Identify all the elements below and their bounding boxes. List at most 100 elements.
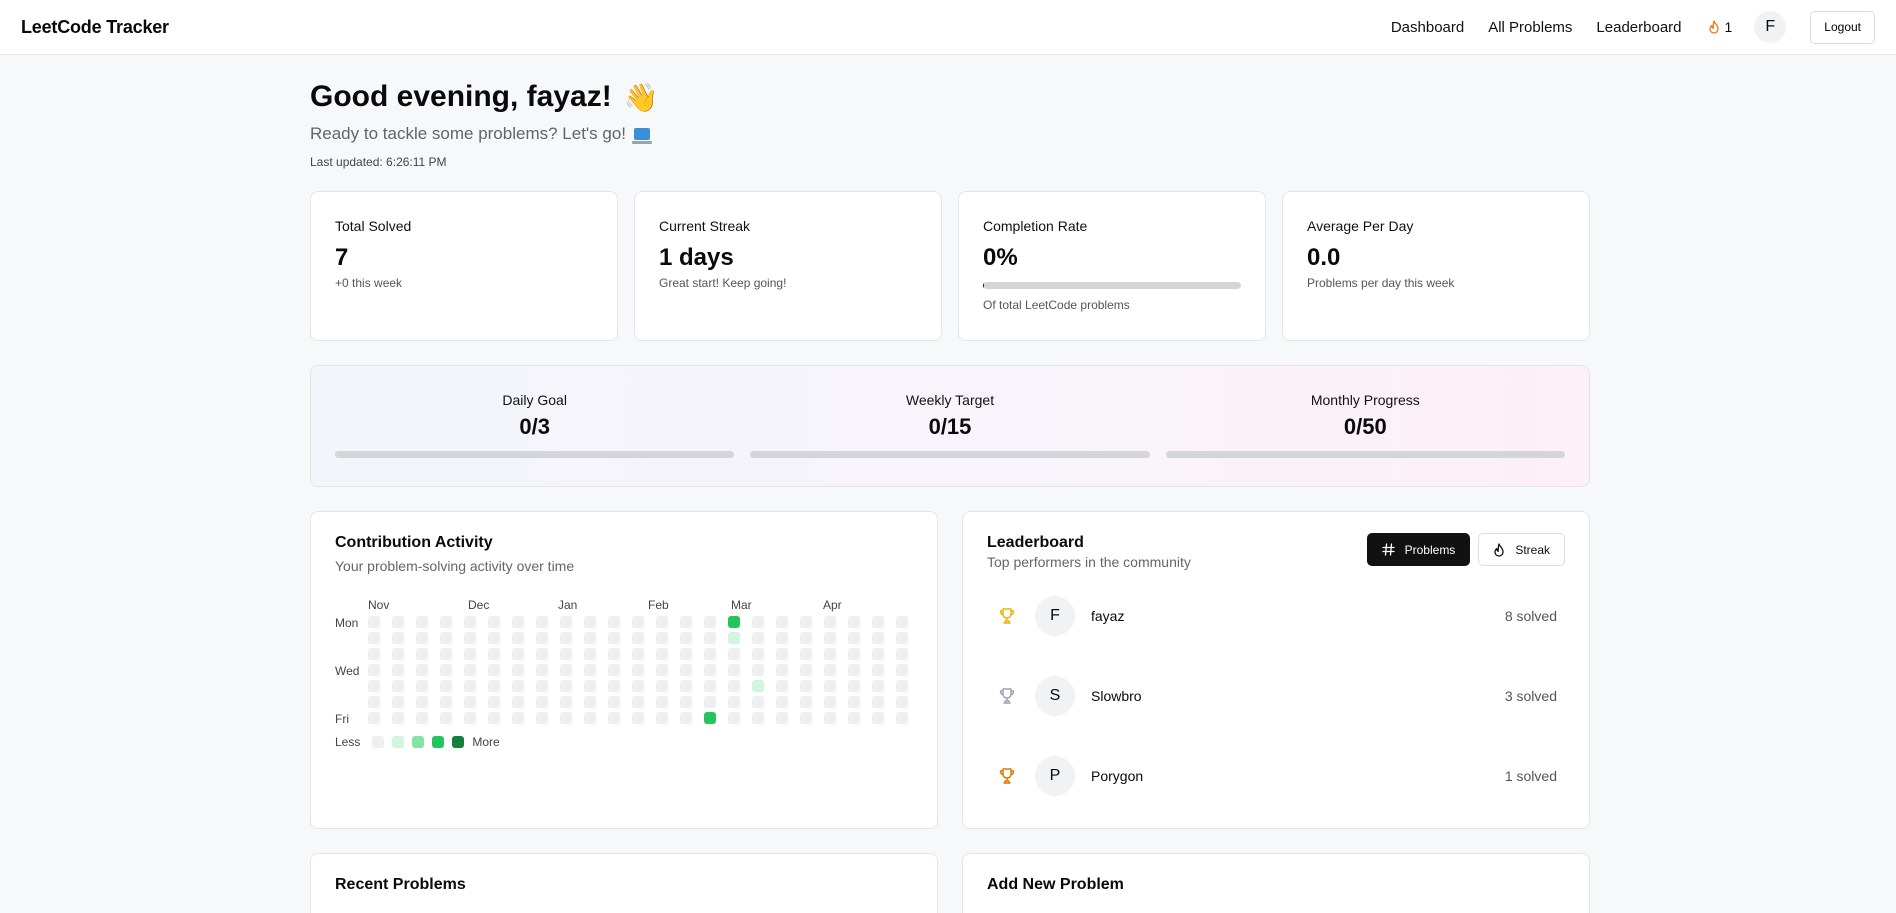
heatmap-cell[interactable]	[752, 648, 764, 660]
heatmap-cell[interactable]	[680, 680, 692, 692]
heatmap-cell[interactable]	[680, 664, 692, 676]
heatmap-cell[interactable]	[872, 616, 884, 628]
heatmap-cell[interactable]	[440, 680, 452, 692]
heatmap-cell[interactable]	[488, 696, 500, 708]
heatmap-cell[interactable]	[704, 712, 716, 724]
heatmap-cell[interactable]	[824, 664, 836, 676]
heatmap-cell[interactable]	[872, 632, 884, 644]
heatmap-cell[interactable]	[488, 680, 500, 692]
heatmap-cell[interactable]	[416, 632, 428, 644]
heatmap-cell[interactable]	[416, 696, 428, 708]
heatmap-cell[interactable]	[632, 632, 644, 644]
heatmap-cell[interactable]	[416, 680, 428, 692]
leaderboard-row[interactable]: P Porygon 1 solved	[987, 736, 1565, 816]
heatmap-cell[interactable]	[368, 664, 380, 676]
user-avatar[interactable]: F	[1754, 11, 1787, 43]
heatmap-cell[interactable]	[416, 616, 428, 628]
heatmap-cell[interactable]	[824, 680, 836, 692]
heatmap-cell[interactable]	[632, 680, 644, 692]
heatmap-cell[interactable]	[560, 680, 572, 692]
heatmap-cell[interactable]	[512, 680, 524, 692]
heatmap-cell[interactable]	[608, 680, 620, 692]
heatmap-cell[interactable]	[632, 712, 644, 724]
heatmap-cell[interactable]	[440, 664, 452, 676]
heatmap-cell[interactable]	[824, 696, 836, 708]
heatmap-cell[interactable]	[560, 648, 572, 660]
heatmap-cell[interactable]	[536, 696, 548, 708]
heatmap-cell[interactable]	[776, 712, 788, 724]
heatmap-cell[interactable]	[704, 696, 716, 708]
heatmap-cell[interactable]	[584, 696, 596, 708]
heatmap-cell[interactable]	[560, 616, 572, 628]
heatmap-cell[interactable]	[896, 696, 908, 708]
heatmap-cell[interactable]	[848, 616, 860, 628]
heatmap-cell[interactable]	[704, 664, 716, 676]
heatmap-cell[interactable]	[656, 696, 668, 708]
heatmap-cell[interactable]	[392, 664, 404, 676]
heatmap-cell[interactable]	[728, 696, 740, 708]
heatmap-cell[interactable]	[776, 616, 788, 628]
heatmap-cell[interactable]	[584, 680, 596, 692]
heatmap-cell[interactable]	[896, 664, 908, 676]
heatmap-cell[interactable]	[848, 664, 860, 676]
heatmap-cell[interactable]	[872, 680, 884, 692]
heatmap-cell[interactable]	[728, 712, 740, 724]
heatmap-cell[interactable]	[680, 712, 692, 724]
heatmap-cell[interactable]	[872, 712, 884, 724]
heatmap-cell[interactable]	[440, 632, 452, 644]
heatmap-cell[interactable]	[728, 664, 740, 676]
heatmap-cell[interactable]	[800, 632, 812, 644]
heatmap-cell[interactable]	[536, 648, 548, 660]
heatmap-cell[interactable]	[776, 632, 788, 644]
heatmap-cell[interactable]	[560, 712, 572, 724]
heatmap-cell[interactable]	[368, 648, 380, 660]
heatmap-cell[interactable]	[584, 632, 596, 644]
heatmap-cell[interactable]	[536, 680, 548, 692]
heatmap-cell[interactable]	[776, 648, 788, 660]
heatmap-cell[interactable]	[824, 712, 836, 724]
heatmap-cell[interactable]	[752, 680, 764, 692]
heatmap-cell[interactable]	[608, 712, 620, 724]
heatmap-cell[interactable]	[800, 696, 812, 708]
heatmap-cell[interactable]	[776, 664, 788, 676]
heatmap-cell[interactable]	[416, 648, 428, 660]
heatmap-cell[interactable]	[848, 648, 860, 660]
heatmap-cell[interactable]	[488, 664, 500, 676]
heatmap-cell[interactable]	[800, 680, 812, 692]
heatmap-cell[interactable]	[728, 616, 740, 628]
heatmap-cell[interactable]	[440, 712, 452, 724]
heatmap-cell[interactable]	[584, 616, 596, 628]
heatmap-cell[interactable]	[704, 616, 716, 628]
heatmap-cell[interactable]	[728, 680, 740, 692]
heatmap-cell[interactable]	[512, 632, 524, 644]
heatmap-cell[interactable]	[848, 680, 860, 692]
heatmap-cell[interactable]	[488, 648, 500, 660]
heatmap-cell[interactable]	[560, 632, 572, 644]
heatmap-cell[interactable]	[608, 632, 620, 644]
heatmap-cell[interactable]	[848, 696, 860, 708]
heatmap-cell[interactable]	[824, 632, 836, 644]
heatmap-cell[interactable]	[800, 664, 812, 676]
logout-button[interactable]: Logout	[1810, 10, 1875, 44]
heatmap-cell[interactable]	[512, 696, 524, 708]
heatmap-cell[interactable]	[728, 632, 740, 644]
heatmap-cell[interactable]	[584, 712, 596, 724]
nav-dashboard-link[interactable]: Dashboard	[1391, 19, 1464, 36]
heatmap-cell[interactable]	[488, 616, 500, 628]
heatmap-cell[interactable]	[872, 696, 884, 708]
heatmap-cell[interactable]	[656, 648, 668, 660]
nav-leaderboard-link[interactable]: Leaderboard	[1596, 19, 1681, 36]
heatmap-cell[interactable]	[608, 648, 620, 660]
heatmap-cell[interactable]	[632, 696, 644, 708]
heatmap-cell[interactable]	[752, 664, 764, 676]
heatmap-cell[interactable]	[896, 648, 908, 660]
heatmap-cell[interactable]	[368, 632, 380, 644]
app-title[interactable]: LeetCode Tracker	[21, 17, 169, 38]
toggle-problems-button[interactable]: Problems	[1366, 533, 1471, 566]
heatmap-cell[interactable]	[608, 696, 620, 708]
heatmap-cell[interactable]	[584, 664, 596, 676]
heatmap-cell[interactable]	[560, 664, 572, 676]
heatmap-cell[interactable]	[464, 648, 476, 660]
heatmap-cell[interactable]	[704, 632, 716, 644]
heatmap-cell[interactable]	[392, 648, 404, 660]
